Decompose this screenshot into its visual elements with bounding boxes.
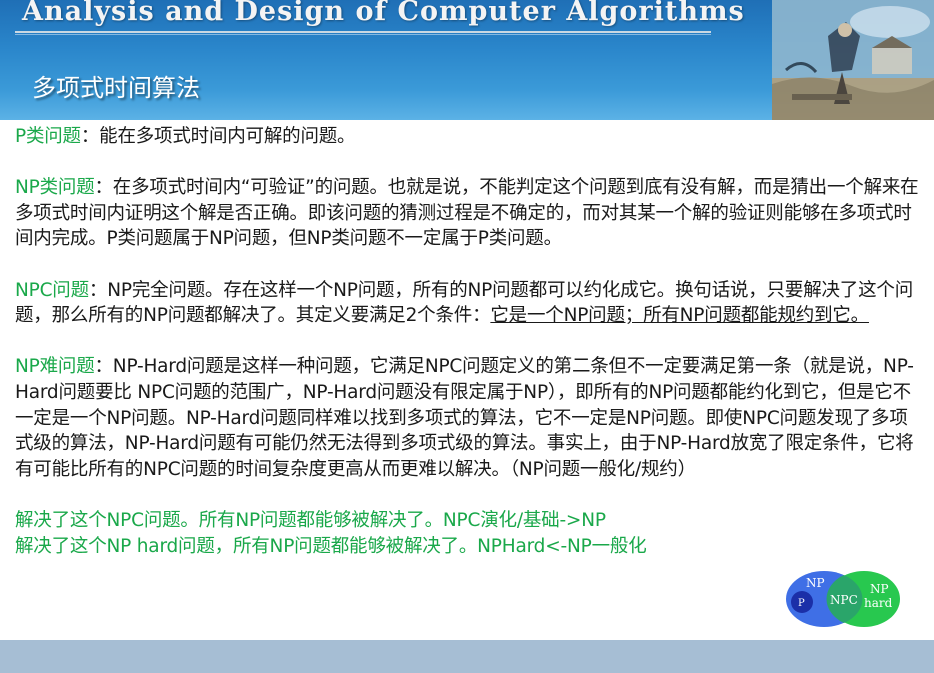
slide-content: P类问题：能在多项式时间内可解的问题。 NP类问题：在多项式时间内“可验证”的问… <box>15 124 925 559</box>
section-title: 多项式时间算法 <box>32 74 200 102</box>
complexity-venn-diagram: NP P NPC NP hard <box>786 570 904 630</box>
npc-term: NPC问题 <box>15 279 89 301</box>
slide-header: Analysis and Design of Computer Algorith… <box>0 0 934 120</box>
title-rule <box>15 31 711 33</box>
p-class-definition: P类问题：能在多项式时间内可解的问题。 <box>15 124 925 150</box>
p-class-text: ：能在多项式时间内可解的问题。 <box>80 126 356 147</box>
summary-line-np-hard: 解决了这个NP hard问题，所有NP问题都能够被解决了。NPHard<-NP一… <box>15 535 647 557</box>
course-title: Analysis and Design of Computer Algorith… <box>22 0 745 27</box>
np-class-definition: NP类问题：在多项式时间内“可验证”的问题。也就是说，不能判定这个问题到底有没有… <box>15 175 925 252</box>
np-class-term: NP类问题 <box>15 177 95 199</box>
p-class-term: P类问题 <box>15 126 81 147</box>
slide-footer-bar <box>0 640 934 673</box>
np-label: NP <box>806 576 825 590</box>
p-label: P <box>798 598 805 609</box>
npc-label: NPC <box>830 593 858 607</box>
np-hard-text: ：NP-Hard问题是这样一种问题，它满足NPC问题定义的第二条但不一定要满足第… <box>15 356 914 480</box>
npc-conditions: 它是一个NP问题；所有NP问题都能规约到它。 <box>490 305 869 327</box>
np-hard-label-top: NP <box>870 582 889 596</box>
header-illustration <box>772 0 934 120</box>
npc-definition: NPC问题：NP完全问题。存在这样一个NP问题，所有的NP问题都可以约化成它。换… <box>15 278 925 329</box>
np-hard-definition: NP难问题：NP-Hard问题是这样一种问题，它满足NPC问题定义的第二条但不一… <box>15 354 925 482</box>
title-rule-shadow <box>15 34 711 35</box>
np-class-text: ：在多项式时间内“可验证”的问题。也就是说，不能判定这个问题到底有没有解，而是猜… <box>15 177 919 250</box>
summary-line-npc: 解决了这个NPC问题。所有NP问题都能够被解决了。NPC演化/基础->NP <box>15 509 606 531</box>
np-hard-label-bottom: hard <box>864 596 893 610</box>
np-hard-term: NP难问题 <box>15 356 95 378</box>
